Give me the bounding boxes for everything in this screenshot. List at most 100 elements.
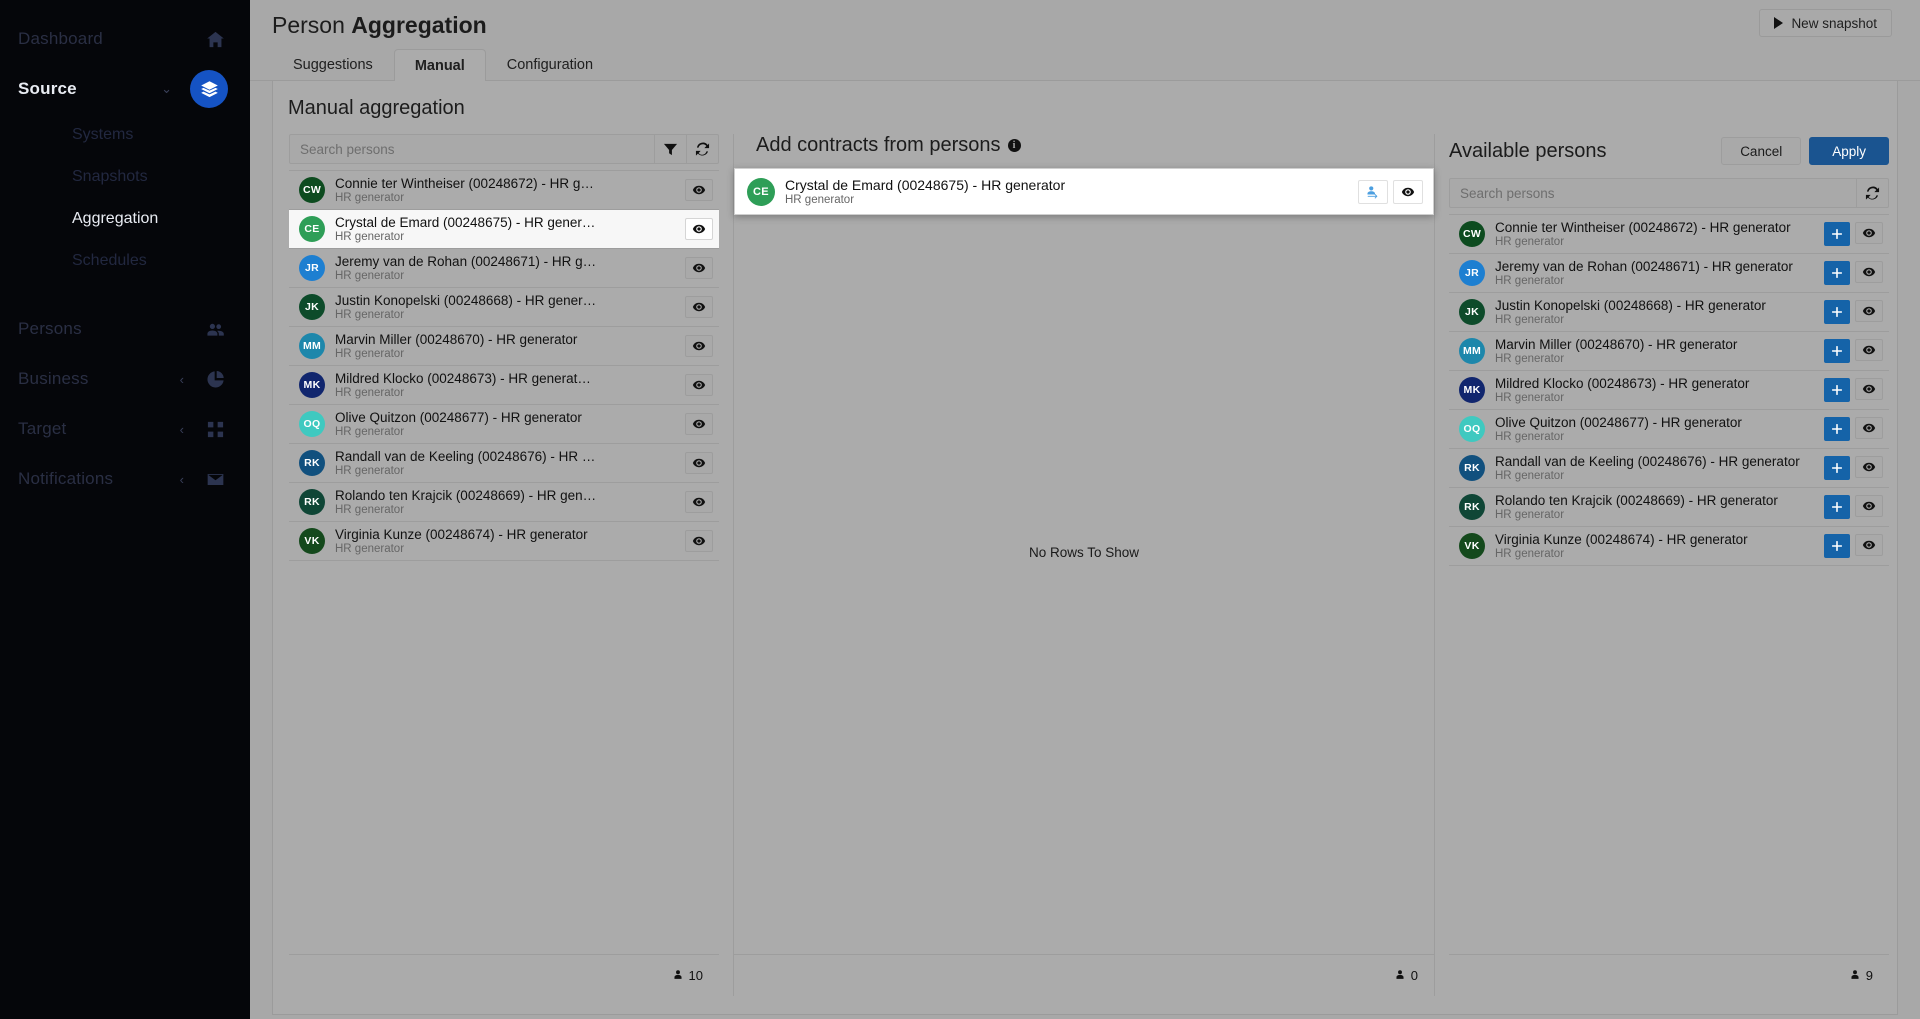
avatar: JK	[299, 294, 325, 320]
list-item[interactable]: CW Connie ter Wintheiser (00248672) - HR …	[1449, 215, 1889, 254]
add-icon[interactable]	[1824, 417, 1850, 441]
eye-icon[interactable]	[1855, 378, 1883, 400]
eye-icon[interactable]	[685, 218, 713, 240]
list-item[interactable]: JK Justin Konopelski (00248668) - HR gene…	[1449, 293, 1889, 332]
eye-icon[interactable]	[1855, 261, 1883, 283]
list-item[interactable]: RK Rolando ten Krajcik (00248669) - HR ge…	[289, 483, 719, 522]
eye-icon[interactable]	[1855, 339, 1883, 361]
list-item[interactable]: MK Mildred Klocko (00248673) - HR generat…	[1449, 371, 1889, 410]
avatar: JK	[1459, 299, 1485, 325]
available-persons-footer: 9	[1449, 954, 1889, 996]
refresh-icon[interactable]	[686, 135, 718, 163]
apply-button[interactable]: Apply	[1809, 137, 1889, 165]
list-item-actions	[685, 413, 713, 435]
available-persons-list[interactable]: CW Connie ter Wintheiser (00248672) - HR …	[1449, 214, 1889, 954]
list-item[interactable]: MM Marvin Miller (00248670) - HR generato…	[289, 327, 719, 366]
chevron-left-icon[interactable]: ‹	[180, 472, 184, 487]
refresh-icon[interactable]	[1856, 179, 1888, 207]
list-item[interactable]: RK Randall van de Keeling (00248676) - HR…	[289, 444, 719, 483]
chevron-left-icon[interactable]: ‹	[180, 422, 184, 437]
chevron-left-icon[interactable]: ‹	[180, 372, 184, 387]
sidebar-subitem-schedules[interactable]: Schedules	[0, 240, 250, 282]
list-item[interactable]: OQ Olive Quitzon (00248677) - HR generato…	[1449, 410, 1889, 449]
list-item-text: Marvin Miller (00248670) - HR generator H…	[335, 332, 685, 360]
list-item[interactable]: MM Marvin Miller (00248670) - HR generato…	[1449, 332, 1889, 371]
sidebar-item-source[interactable]: Source ⌄	[0, 64, 250, 114]
person-source: HR generator	[335, 231, 405, 243]
sidebar-subitem-aggregation[interactable]: Aggregation	[0, 198, 250, 240]
person-source: HR generator	[1495, 470, 1565, 482]
avatar: CW	[299, 177, 325, 203]
cancel-button[interactable]: Cancel	[1721, 137, 1802, 165]
eye-icon[interactable]	[685, 413, 713, 435]
eye-icon[interactable]	[1393, 179, 1423, 204]
new-snapshot-button[interactable]: New snapshot	[1759, 9, 1892, 37]
list-item[interactable]: OQ Olive Quitzon (00248677) - HR generato…	[289, 405, 719, 444]
list-item[interactable]: JR Jeremy van de Rohan (00248671) - HR g……	[289, 249, 719, 288]
list-item[interactable]: RK Rolando ten Krajcik (00248669) - HR ge…	[1449, 488, 1889, 527]
eye-icon[interactable]	[685, 179, 713, 201]
layers-icon[interactable]	[190, 70, 228, 108]
envelope-icon	[202, 466, 228, 492]
grid-icon	[202, 416, 228, 442]
eye-icon[interactable]	[685, 296, 713, 318]
avatar: MM	[299, 333, 325, 359]
add-icon[interactable]	[1824, 222, 1850, 246]
eye-icon[interactable]	[685, 491, 713, 513]
person-name: Jeremy van de Rohan (00248671) - HR g…	[335, 254, 597, 269]
list-item-actions	[1824, 534, 1883, 558]
eye-icon[interactable]	[1855, 417, 1883, 439]
tab-manual[interactable]: Manual	[393, 49, 486, 81]
add-icon[interactable]	[1824, 300, 1850, 324]
eye-icon[interactable]	[685, 452, 713, 474]
eye-icon[interactable]	[685, 257, 713, 279]
list-item-actions	[685, 218, 713, 240]
selected-person-card[interactable]: CE Crystal de Emard (00248675) - HR gene…	[734, 168, 1434, 215]
eye-icon[interactable]	[1855, 222, 1883, 244]
list-item[interactable]: CE Crystal de Emard (00248675) - HR gener…	[289, 210, 719, 249]
sidebar-item-persons[interactable]: Persons	[0, 304, 250, 354]
eye-icon[interactable]	[685, 530, 713, 552]
sidebar-subitem-snapshots[interactable]: Snapshots	[0, 156, 250, 198]
list-item[interactable]: VK Virginia Kunze (00248674) - HR generat…	[289, 522, 719, 561]
list-item[interactable]: CW Connie ter Wintheiser (00248672) - HR …	[289, 171, 719, 210]
eye-icon[interactable]	[1855, 300, 1883, 322]
list-item[interactable]: RK Randall van de Keeling (00248676) - HR…	[1449, 449, 1889, 488]
add-icon[interactable]	[1824, 495, 1850, 519]
search-input[interactable]	[290, 135, 654, 163]
add-icon[interactable]	[1824, 339, 1850, 363]
eye-icon[interactable]	[685, 374, 713, 396]
search-input[interactable]	[1450, 179, 1856, 207]
add-icon[interactable]	[1824, 378, 1850, 402]
add-icon[interactable]	[1824, 534, 1850, 558]
add-icon[interactable]	[1824, 261, 1850, 285]
list-item-text: Mildred Klocko (00248673) - HR generator…	[1495, 376, 1824, 404]
eye-icon[interactable]	[1855, 456, 1883, 478]
page-title-bold: Aggregation	[351, 12, 487, 38]
avatar: JR	[299, 255, 325, 281]
tab-configuration[interactable]: Configuration	[486, 48, 614, 80]
person-name: Marvin Miller (00248670) - HR generator	[335, 332, 578, 347]
list-item-text: Justin Konopelski (00248668) - HR genera…	[1495, 298, 1824, 326]
tab-suggestions[interactable]: Suggestions	[272, 48, 394, 80]
sidebar-item-target[interactable]: Target ‹	[0, 404, 250, 454]
list-item-text: Connie ter Wintheiser (00248672) - HR g……	[335, 176, 685, 204]
sidebar-item-dashboard[interactable]: Dashboard	[0, 14, 250, 64]
eye-icon[interactable]	[685, 335, 713, 357]
list-item[interactable]: JK Justin Konopelski (00248668) - HR gene…	[289, 288, 719, 327]
sidebar-subitem-systems[interactable]: Systems	[0, 114, 250, 156]
sidebar-item-business[interactable]: Business ‹	[0, 354, 250, 404]
eye-icon[interactable]	[1855, 495, 1883, 517]
filter-icon[interactable]	[654, 135, 686, 163]
info-icon[interactable]: i	[1007, 138, 1021, 152]
eye-icon[interactable]	[1855, 534, 1883, 556]
list-item[interactable]: VK Virginia Kunze (00248674) - HR generat…	[1449, 527, 1889, 566]
person-name: Crystal de Emard (00248675) - HR gener…	[335, 215, 596, 230]
chevron-down-icon[interactable]: ⌄	[161, 81, 172, 97]
add-icon[interactable]	[1824, 456, 1850, 480]
sidebar-item-notifications[interactable]: Notifications ‹	[0, 454, 250, 504]
add-person-icon[interactable]	[1358, 179, 1388, 204]
list-item[interactable]: MK Mildred Klocko (00248673) - HR generat…	[289, 366, 719, 405]
persons-list[interactable]: CW Connie ter Wintheiser (00248672) - HR …	[289, 170, 719, 954]
list-item[interactable]: JR Jeremy van de Rohan (00248671) - HR ge…	[1449, 254, 1889, 293]
